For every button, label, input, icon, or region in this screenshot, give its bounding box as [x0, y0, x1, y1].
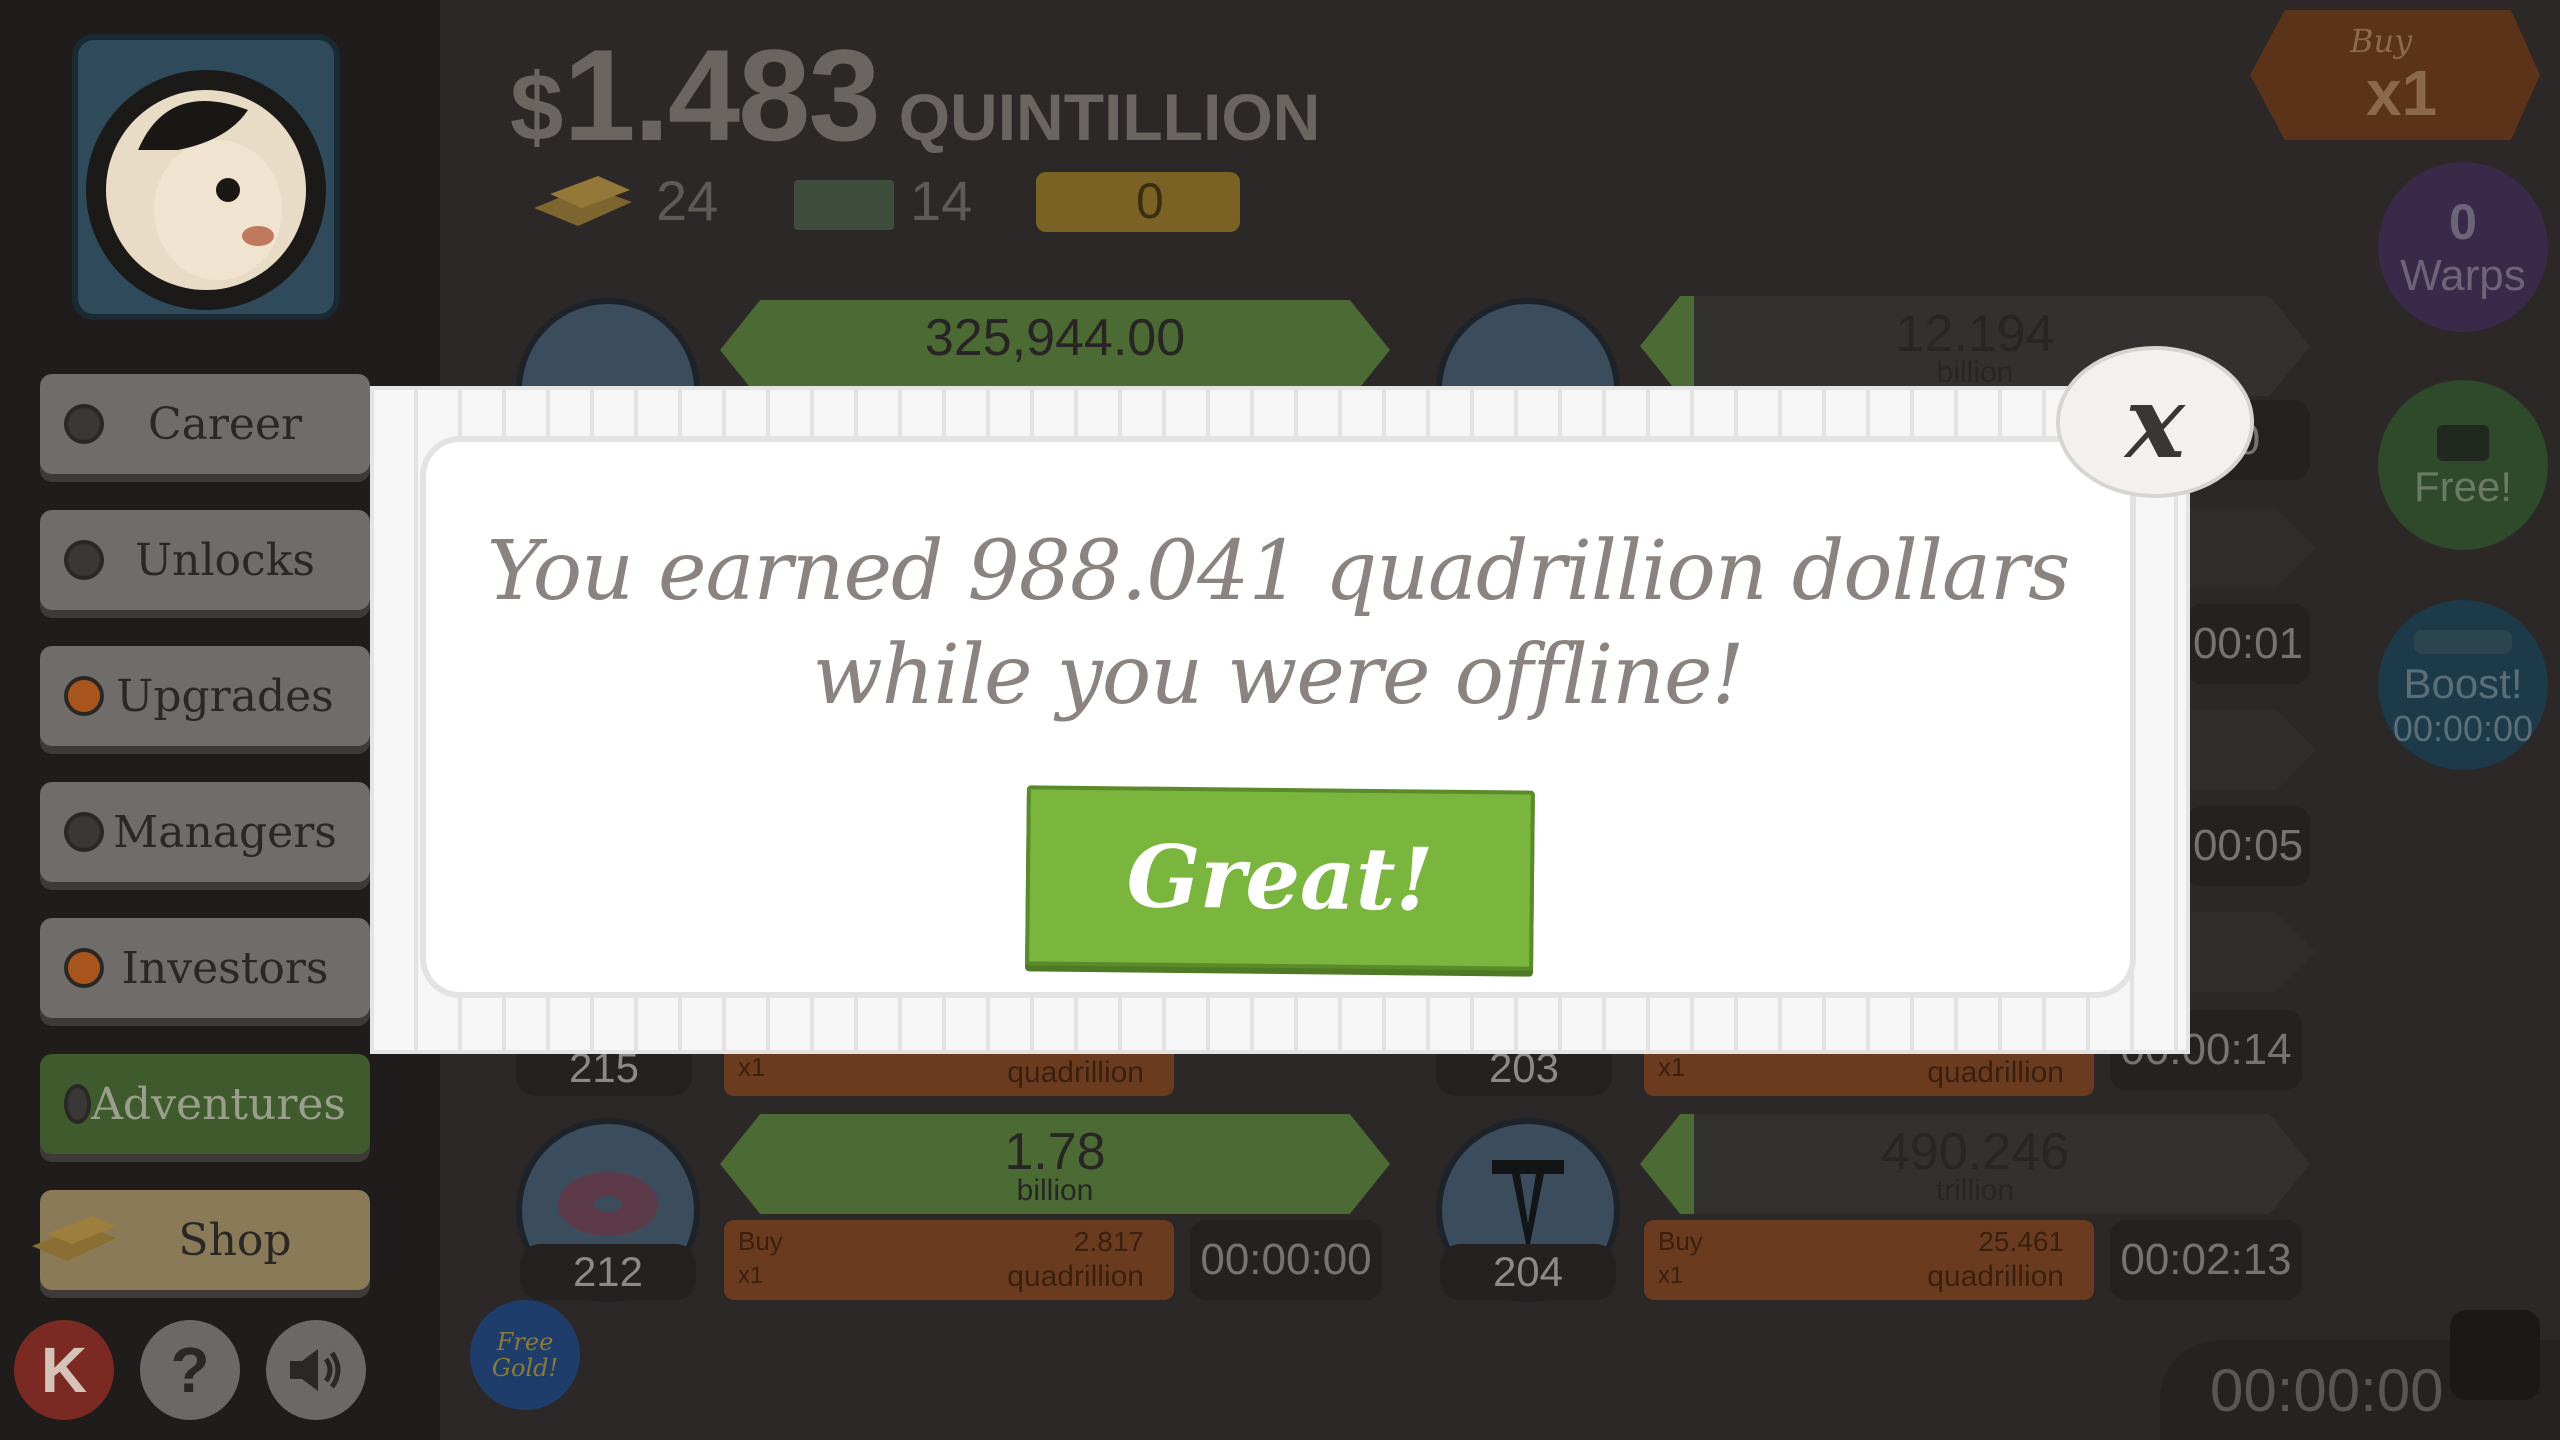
help-button[interactable]: ?	[140, 1320, 240, 1420]
speaker-icon	[290, 1349, 341, 1391]
timer-box: 00:00:00	[1190, 1220, 1382, 1300]
timer-box: 00:05	[2186, 806, 2310, 886]
sidebar-item-label: Investors	[121, 942, 329, 994]
revenue-value: 325,944.00	[924, 309, 1186, 367]
sidebar-item-label: Unlocks	[135, 534, 315, 586]
offline-earnings-message: You earned 988.041 quadrillion dollars w…	[420, 520, 2136, 728]
car-icon	[2414, 630, 2512, 654]
sidebar-item-label: Upgrades	[116, 670, 334, 722]
free-gold-badge[interactable]: Free Gold!	[470, 1300, 580, 1410]
astronaut-avatar-icon	[86, 70, 326, 310]
buy-tag-label: Buy	[2350, 22, 2413, 60]
tv-icon	[2437, 425, 2489, 461]
buy-label: Buy	[1658, 1226, 1703, 1256]
owned-count: 212	[520, 1244, 696, 1300]
cost-unit: quadrillion	[1927, 1056, 2064, 1089]
tv-alert-icon[interactable]	[2450, 1310, 2540, 1400]
owned-count: 204	[1440, 1244, 1616, 1300]
cost-unit: quadrillion	[1927, 1260, 2064, 1293]
message-line-2: while you were offline!	[812, 628, 1745, 723]
sidebar-item-unlocks[interactable]: Unlocks	[40, 510, 370, 610]
money-unit: QUINTILLION	[898, 80, 1321, 154]
status-dot	[64, 812, 104, 852]
status-dot	[64, 540, 104, 580]
ticket-count: 0	[1136, 173, 1164, 229]
revenue-value: 1.78	[1004, 1123, 1106, 1181]
buy-button[interactable]: Buy x1 2.817 quadrillion	[724, 1220, 1174, 1300]
buy-multiplier: x1	[738, 1052, 766, 1082]
sidebar-item-investors[interactable]: Investors	[40, 918, 370, 1018]
sidebar-item-label: Adventures	[91, 1078, 346, 1130]
buy-multiplier: x1	[1658, 1262, 1684, 1289]
buy-label: Buy	[738, 1226, 783, 1256]
player-avatar[interactable]	[72, 34, 340, 320]
boost-timer: 00:00:00	[2392, 708, 2534, 749]
bottom-timer: 00:00:00	[2210, 1357, 2444, 1424]
warps-count: 0	[2449, 194, 2477, 250]
progress-bar[interactable]: 490.246 trillion	[1640, 1114, 2310, 1214]
great-button[interactable]: Great!	[1025, 785, 1535, 971]
free-label: Free!	[2413, 463, 2513, 510]
megabucks-count: 14	[910, 169, 973, 232]
sidebar-item-upgrades[interactable]: Upgrades	[40, 646, 370, 746]
message-line-1: You earned 988.041 quadrillion dollars	[486, 524, 2070, 619]
status-dot	[64, 676, 104, 716]
revenue-unit: billion	[1016, 1174, 1094, 1207]
timer-box: 00:01	[2186, 604, 2310, 684]
revenue-value: 12.194	[1895, 305, 2055, 363]
gold-count: 24	[656, 169, 719, 232]
timer-box: 00:02:13	[2110, 1220, 2302, 1300]
buy-tag-multiplier: x1	[2366, 57, 2438, 129]
sidebar-item-label: Managers	[113, 806, 337, 858]
close-button[interactable]: x	[2056, 346, 2254, 498]
buy-multiplier-tag[interactable]: Buy x1	[2250, 10, 2540, 140]
free-tv-badge[interactable]: Free!	[2378, 380, 2548, 550]
status-dot	[64, 948, 104, 988]
buy-multiplier: x1	[1658, 1052, 1686, 1082]
boost-label: Boost!	[2403, 660, 2523, 707]
buy-button[interactable]: Buy x1 25.461 quadrillion	[1644, 1220, 2094, 1300]
revenue-unit: trillion	[1935, 1174, 2015, 1207]
progress-bar[interactable]: 325,944.00	[720, 300, 1390, 400]
sidebar-item-career[interactable]: Career	[40, 374, 370, 474]
arrow-shape	[2186, 710, 2316, 790]
money-display: $1.483 QUINTILLION	[510, 20, 1320, 170]
ticket-badge[interactable]: 0	[1036, 172, 1240, 232]
gold-bars-icon	[534, 176, 632, 226]
status-dot	[64, 404, 104, 444]
gold-bars-icon	[32, 1216, 117, 1261]
close-icon: x	[2125, 363, 2185, 481]
arrow-shape	[2186, 508, 2316, 588]
dollar-sign: $	[510, 54, 564, 161]
sound-button[interactable]	[266, 1320, 366, 1420]
warps-badge[interactable]: 0 Warps	[2378, 162, 2548, 332]
sidebar-item-label: Career	[147, 398, 303, 450]
buy-multiplier: x1	[738, 1262, 764, 1289]
cost-unit: quadrillion	[1007, 1056, 1144, 1089]
arrow-shape	[2186, 912, 2316, 992]
sidebar-item-adventures[interactable]: Adventures	[40, 1054, 370, 1154]
status-dot	[64, 1084, 92, 1124]
boost-badge[interactable]: Boost! 00:00:00	[2378, 600, 2548, 770]
warps-label: Warps	[2400, 251, 2526, 300]
kongregate-button[interactable]: K	[14, 1320, 114, 1420]
money-amount: 1.483	[563, 22, 880, 168]
cost-value: 2.817	[1073, 1226, 1144, 1257]
sidebar-item-managers[interactable]: Managers	[40, 782, 370, 882]
cost-value: 25.461	[1978, 1226, 2064, 1257]
megabucks-icon	[794, 180, 894, 230]
cost-unit: quadrillion	[1007, 1260, 1144, 1293]
revenue-value: 490.246	[1881, 1123, 2069, 1181]
progress-bar[interactable]: 1.78 billion	[720, 1114, 1390, 1214]
